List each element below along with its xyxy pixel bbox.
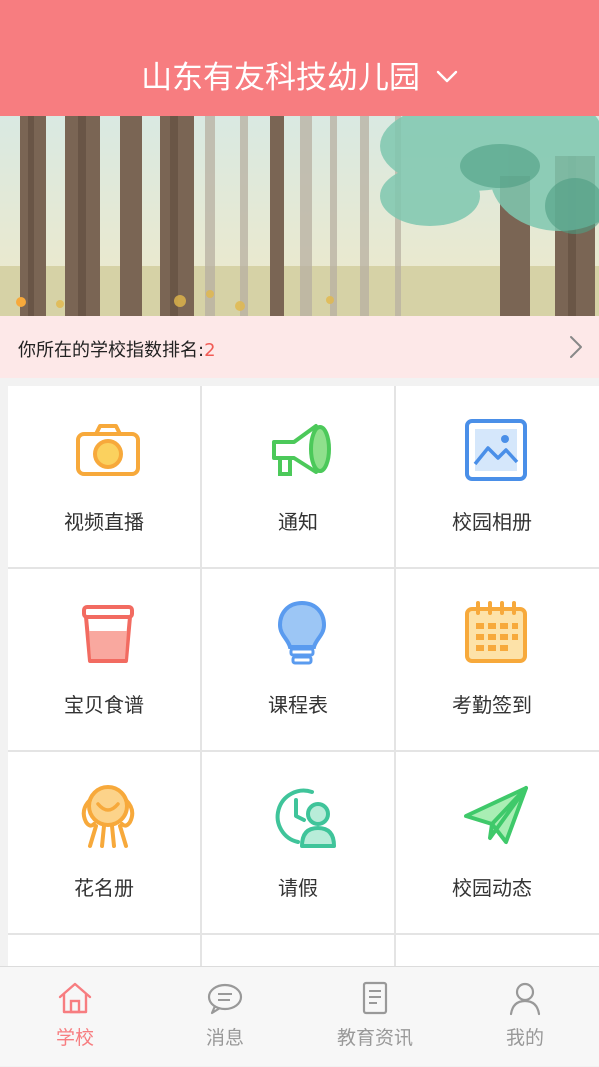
grid-item-label: 考勤签到 bbox=[452, 693, 532, 717]
grid-item-label: 花名册 bbox=[74, 876, 134, 900]
bottom-tab-bar: 学校 消息 教育资讯 我的 bbox=[0, 966, 599, 1066]
grid-item-label: 校园动态 bbox=[452, 876, 532, 900]
cup-icon bbox=[82, 605, 134, 663]
feature-grid: 视频直播 通知 校园相册 宝贝食谱 课程表 考勤签到 花名册 请假 校园动态 bbox=[8, 386, 599, 966]
grid-divider bbox=[394, 386, 396, 966]
tab-school[interactable]: 学校 bbox=[0, 967, 150, 1067]
grid-item-campus-news[interactable]: 校园动态 bbox=[396, 752, 588, 933]
megaphone-icon bbox=[272, 424, 331, 476]
lightbulb-icon bbox=[277, 600, 327, 665]
forest-banner-image[interactable] bbox=[0, 116, 599, 316]
tab-messages[interactable]: 消息 bbox=[150, 967, 300, 1067]
chevron-down-icon bbox=[436, 70, 458, 82]
document-icon bbox=[362, 981, 388, 1015]
grid-item-schedule[interactable]: 课程表 bbox=[202, 569, 394, 750]
grid-item-label: 请假 bbox=[278, 876, 318, 900]
chat-bubble-icon bbox=[207, 983, 243, 1015]
paper-plane-icon bbox=[464, 786, 528, 844]
roster-icon bbox=[81, 785, 135, 848]
tab-label: 教育资讯 bbox=[336, 1027, 413, 1049]
grid-item-label: 校园相册 bbox=[452, 510, 532, 534]
tab-label: 我的 bbox=[505, 1027, 544, 1049]
chevron-right-icon bbox=[570, 336, 582, 358]
school-rank-row[interactable]: 你所在的学校指数排名:2 bbox=[0, 316, 599, 378]
header-bar: 山东有友科技幼儿园 bbox=[0, 0, 599, 116]
grid-item-attendance[interactable]: 考勤签到 bbox=[396, 569, 588, 750]
photo-album-icon bbox=[465, 419, 527, 481]
grid-item-label: 宝贝食谱 bbox=[64, 693, 144, 717]
grid-item-label: 课程表 bbox=[268, 693, 328, 717]
grid-item-leave[interactable]: 请假 bbox=[202, 752, 394, 933]
grid-item-notice[interactable]: 通知 bbox=[202, 386, 394, 567]
grid-item-album[interactable]: 校园相册 bbox=[396, 386, 588, 567]
grid-item-recipe[interactable]: 宝贝食谱 bbox=[8, 569, 200, 750]
grid-divider bbox=[200, 386, 202, 966]
grid-item-video-live[interactable]: 视频直播 bbox=[8, 386, 200, 567]
school-selector[interactable]: 山东有友科技幼儿园 bbox=[0, 58, 599, 98]
school-rank-value: 2 bbox=[204, 340, 216, 361]
school-name: 山东有友科技幼儿园 bbox=[141, 60, 421, 96]
tab-education-news[interactable]: 教育资讯 bbox=[300, 967, 450, 1067]
tab-mine[interactable]: 我的 bbox=[450, 967, 599, 1067]
user-icon bbox=[509, 982, 541, 1016]
grid-divider bbox=[8, 567, 599, 569]
grid-divider bbox=[8, 750, 599, 752]
grid-item-roster[interactable]: 花名册 bbox=[8, 752, 200, 933]
grid-item-label: 视频直播 bbox=[64, 510, 144, 534]
school-rank-label: 你所在的学校指数排名: bbox=[18, 340, 205, 361]
grid-divider bbox=[8, 933, 599, 935]
calendar-icon bbox=[465, 601, 527, 663]
tab-label: 学校 bbox=[55, 1027, 94, 1049]
camera-icon bbox=[76, 424, 140, 476]
leave-request-icon bbox=[275, 788, 336, 848]
home-icon bbox=[58, 982, 92, 1014]
grid-item-label: 通知 bbox=[278, 510, 318, 534]
tab-label: 消息 bbox=[205, 1027, 244, 1049]
school-rank-text: 你所在的学校指数排名:2 bbox=[18, 336, 216, 362]
carousel-dot bbox=[16, 297, 26, 307]
